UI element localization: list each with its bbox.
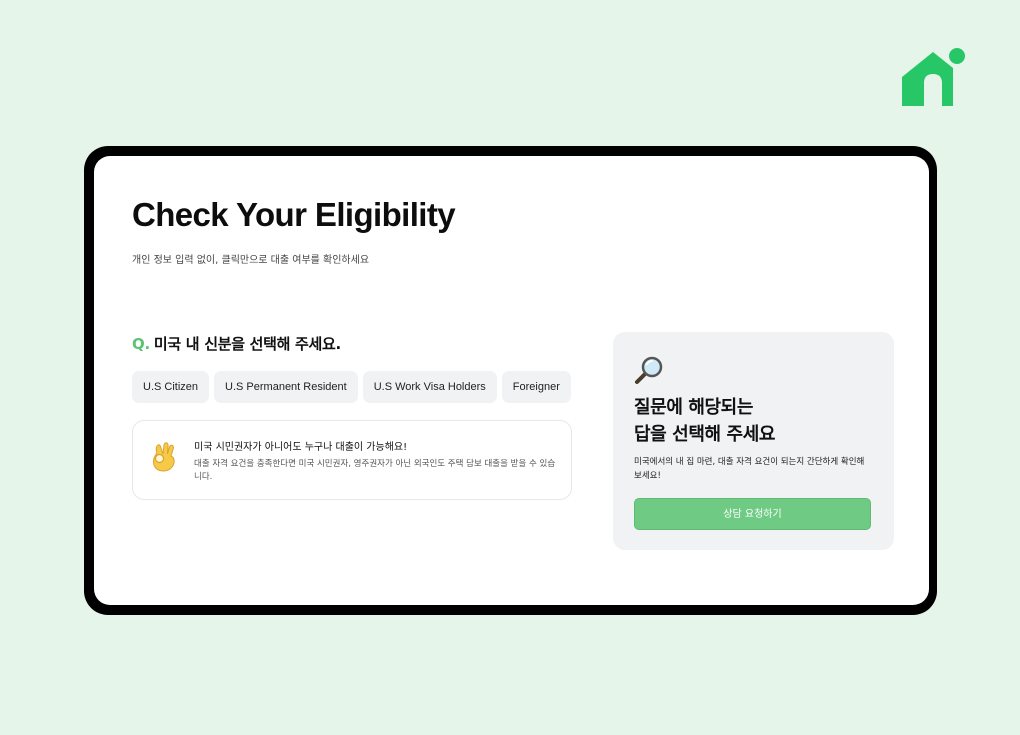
- eligibility-panel: Check Your Eligibility 개인 정보 입력 없이, 클릭만으…: [94, 156, 929, 605]
- side-card: 질문에 해당되는 답을 선택해 주세요 미국에서의 내 집 마련, 대출 자격 …: [613, 332, 894, 550]
- option-us-permanent-resident[interactable]: U.S Permanent Resident: [214, 371, 358, 403]
- house-icon: [902, 48, 965, 106]
- option-us-work-visa-holders[interactable]: U.S Work Visa Holders: [362, 371, 497, 403]
- consultation-request-button[interactable]: 상담 요청하기: [634, 498, 871, 530]
- side-description: 미국에서의 내 집 마련, 대출 자격 요건이 되는지 간단하게 확인해 보세요…: [634, 457, 865, 481]
- ok-hand-emoji-icon: [152, 442, 175, 472]
- side-heading-line-2: 답을 선택해 주세요: [634, 424, 776, 445]
- option-us-citizen[interactable]: U.S Citizen: [132, 371, 210, 403]
- page-title: Check Your Eligibility: [132, 196, 456, 233]
- option-foreigner[interactable]: Foreigner: [501, 371, 571, 403]
- side-heading-line-1: 질문에 해당되는: [634, 397, 753, 418]
- magnifier-icon: [635, 356, 663, 384]
- question-text: 미국 내 신분을 선택해 주세요.: [153, 335, 341, 353]
- page-subtitle: 개인 정보 입력 없이, 클릭만으로 대출 여부를 확인하세요: [132, 255, 370, 266]
- info-card: 미국 시민권자가 아니어도 누구나 대출이 가능해요! 대출 자격 요건을 충족…: [132, 420, 572, 500]
- question-label: Q. 미국 내 신분을 선택해 주세요.: [132, 333, 341, 354]
- info-body: 대출 자격 요건을 충족한다면 미국 시민권자, 영주권자가 아닌 외국인도 주…: [194, 459, 556, 482]
- info-title: 미국 시민권자가 아니어도 누구나 대출이 가능해요!: [194, 442, 408, 453]
- question-prefix: Q.: [132, 335, 150, 353]
- side-heading: 질문에 해당되는 답을 선택해 주세요: [634, 394, 775, 448]
- status-options: U.S Citizen U.S Permanent Resident U.S W…: [132, 371, 571, 403]
